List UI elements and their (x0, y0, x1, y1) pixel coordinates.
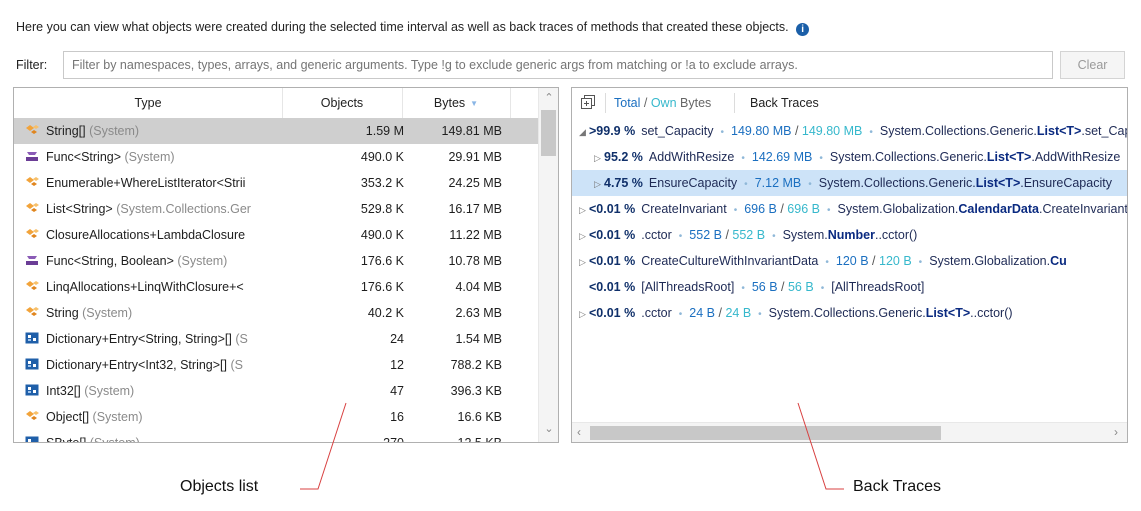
objects-list-annotation: Objects list (180, 478, 259, 495)
annotation-lines (300, 402, 844, 490)
back-traces-annotation: Back Traces (853, 478, 942, 495)
